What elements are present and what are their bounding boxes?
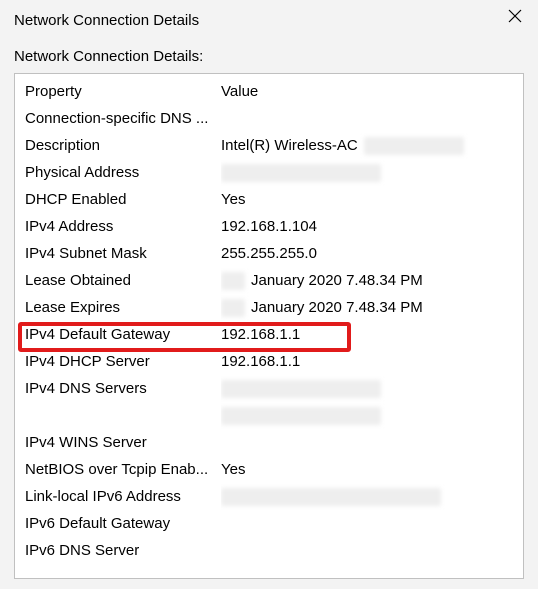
table-row: DHCP EnabledYes [23,186,515,213]
table-row: Connection-specific DNS ... [23,105,515,132]
value-text: 255.255.255.0 [221,245,317,262]
value-cell [221,483,515,510]
value-cell: 255.255.255.0 [221,240,515,267]
table-row: Lease Obtained January 2020 7.48.34 PM [23,267,515,294]
table-row [23,402,515,429]
redacted-segment [221,380,381,398]
table-row: Lease Expires January 2020 7.48.34 PM [23,294,515,321]
details-subtitle: Network Connection Details: [0,40,538,69]
value-text: Yes [221,461,245,478]
value-cell: Intel(R) Wireless-AC [221,132,515,159]
table-row: IPv6 DNS Server [23,537,515,564]
table-row: IPv4 DNS Servers [23,375,515,402]
redacted-segment [221,407,381,425]
table-row: Link-local IPv6 Address [23,483,515,510]
value-text: January 2020 7.48.34 PM [251,272,423,289]
window-title: Network Connection Details [14,12,199,29]
value-text: Intel(R) Wireless-AC [221,137,358,154]
value-text: Yes [221,191,245,208]
table-row: IPv4 Default Gateway192.168.1.1 [23,321,515,348]
table-row: IPv4 Address192.168.1.104 [23,213,515,240]
value-text: January 2020 7.48.34 PM [251,299,423,316]
redacted-segment [221,299,245,317]
details-panel: Property Value Connection-specific DNS .… [14,73,524,579]
property-cell: IPv4 Subnet Mask [23,240,221,267]
table-row: Physical Address [23,159,515,186]
value-cell [221,402,515,429]
property-cell: Lease Obtained [23,267,221,294]
window: Network Connection Details Network Conne… [0,0,538,589]
titlebar: Network Connection Details [0,0,538,40]
value-text: 192.168.1.1 [221,326,300,343]
property-cell: IPv6 DNS Server [23,537,221,564]
property-cell: DHCP Enabled [23,186,221,213]
value-cell: 192.168.1.1 [221,348,515,375]
property-cell: IPv4 Default Gateway [23,321,221,348]
value-cell: 192.168.1.1 [221,321,515,348]
value-cell: January 2020 7.48.34 PM [221,294,515,321]
value-text: 192.168.1.104 [221,218,317,235]
value-cell: 192.168.1.104 [221,213,515,240]
property-cell: IPv4 WINS Server [23,429,221,456]
property-cell: IPv4 DNS Servers [23,375,221,402]
table-row: IPv6 Default Gateway [23,510,515,537]
property-cell: Description [23,132,221,159]
property-cell: Link-local IPv6 Address [23,483,221,510]
value-cell: January 2020 7.48.34 PM [221,267,515,294]
close-icon [508,9,522,23]
table-row: DescriptionIntel(R) Wireless-AC [23,132,515,159]
redacted-segment [221,488,441,506]
table-row: IPv4 WINS Server [23,429,515,456]
value-cell: Yes [221,456,515,483]
redacted-segment [364,137,464,155]
column-header-value: Value [221,78,515,105]
property-cell: IPv6 Default Gateway [23,510,221,537]
table-row: IPv4 Subnet Mask255.255.255.0 [23,240,515,267]
redacted-segment [221,164,381,182]
property-cell: NetBIOS over Tcpip Enab... [23,456,221,483]
table-row: IPv4 DHCP Server192.168.1.1 [23,348,515,375]
value-text: 192.168.1.1 [221,353,300,370]
column-header-property: Property [23,78,221,105]
property-cell: Lease Expires [23,294,221,321]
property-cell: Physical Address [23,159,221,186]
value-cell: Yes [221,186,515,213]
property-cell: IPv4 DHCP Server [23,348,221,375]
column-header-row: Property Value [23,78,515,105]
value-cell [221,159,515,186]
redacted-segment [221,272,245,290]
value-cell [221,375,515,402]
close-button[interactable] [492,0,538,32]
property-cell: Connection-specific DNS ... [23,105,221,132]
property-cell: IPv4 Address [23,213,221,240]
table-row: NetBIOS over Tcpip Enab...Yes [23,456,515,483]
